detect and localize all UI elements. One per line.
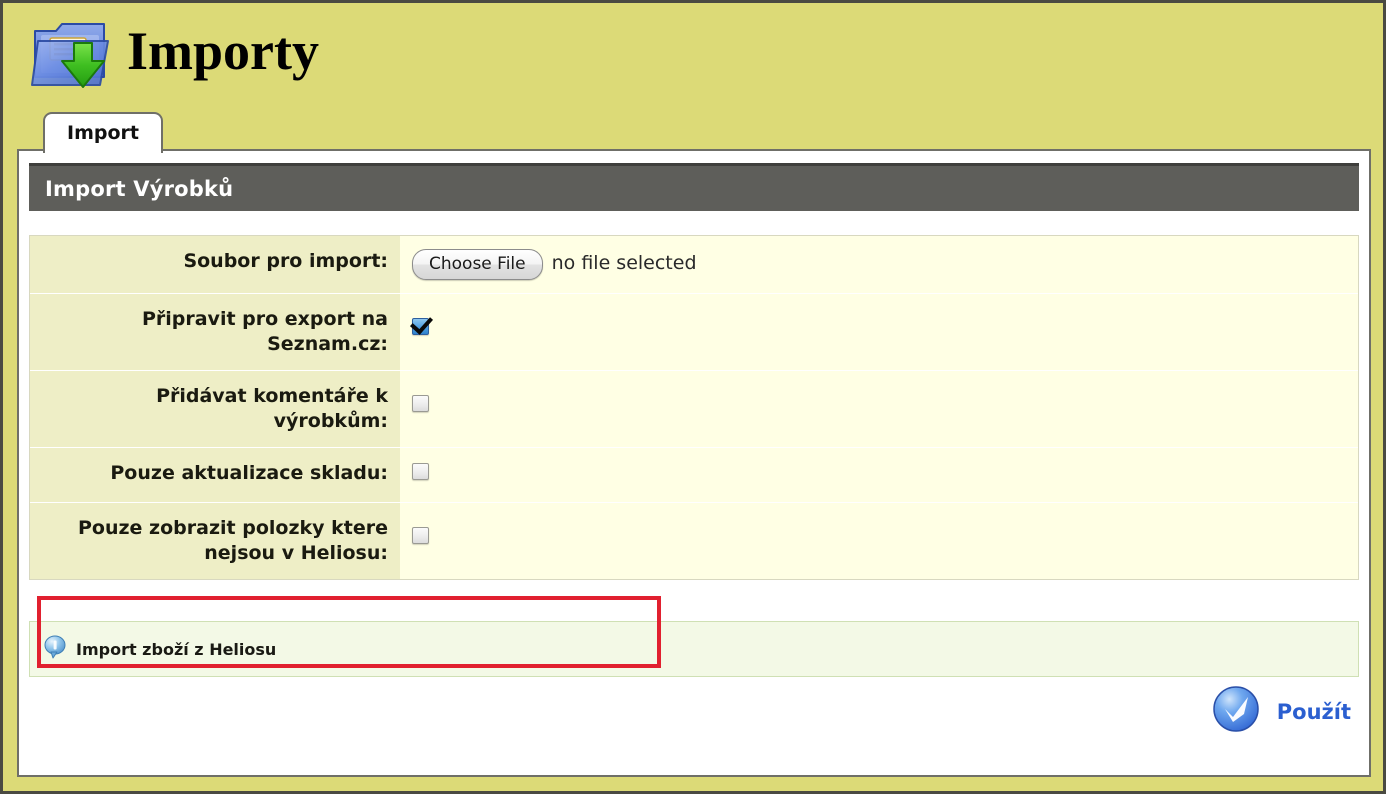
submit-button-label[interactable]: Použít [1277, 700, 1351, 724]
submit-area[interactable]: Použít [1211, 684, 1351, 739]
choose-file-button[interactable]: Choose File [412, 249, 543, 280]
form-row-show-missing-in-helios: Pouze zobrazit polozky ktere nejsou v He… [30, 502, 1358, 579]
section-title: Import Výrobků [45, 176, 234, 201]
form-label-seznam-export: Připravit pro export na Seznam.cz: [30, 294, 400, 370]
page-header: Importy [3, 3, 1383, 107]
form-value-file: Choose File no file selected [400, 236, 1358, 293]
blue-check-circle-icon[interactable] [1211, 684, 1261, 739]
form-label-file: Soubor pro import: [30, 236, 400, 293]
form-value-show-missing-in-helios [400, 503, 1358, 579]
form-value-add-comments [400, 371, 1358, 447]
page-title: Importy [127, 21, 319, 81]
form-value-stock-update-only [400, 448, 1358, 502]
form-value-seznam-export [400, 294, 1358, 370]
form-row-stock-update-only: Pouze aktualizace skladu: [30, 447, 1358, 502]
checkbox-add-comments[interactable] [412, 395, 429, 412]
info-balloon-icon [44, 635, 66, 664]
import-folder-icon [30, 15, 114, 95]
application-window: Importy Import Import Výrobků Soubor pro… [0, 0, 1386, 794]
tab-import[interactable]: Import [43, 112, 163, 153]
form-label-add-comments: Přidávat komentáře k výrobkům: [30, 371, 400, 447]
section-header: Import Výrobků [29, 163, 1359, 211]
form-label-show-missing-in-helios: Pouze zobrazit polozky ktere nejsou v He… [30, 503, 400, 579]
form-row-seznam-export: Připravit pro export na Seznam.cz: [30, 293, 1358, 370]
note-panel[interactable]: Import zboží z Heliosu [29, 621, 1359, 677]
form-label-stock-update-only: Pouze aktualizace skladu: [30, 448, 400, 502]
form-row-add-comments: Přidávat komentáře k výrobkům: [30, 370, 1358, 447]
note-text: Import zboží z Heliosu [76, 639, 277, 659]
file-status-text: no file selected [551, 252, 697, 274]
checkbox-seznam-export[interactable] [412, 318, 429, 335]
main-panel: Import Výrobků Soubor pro import: Choose… [17, 149, 1371, 777]
tab-strip: Import [43, 112, 163, 153]
checkbox-show-missing-in-helios[interactable] [412, 527, 429, 544]
form-row-file: Soubor pro import: Choose File no file s… [30, 236, 1358, 293]
tab-import-label: Import [67, 122, 139, 144]
import-form-table: Soubor pro import: Choose File no file s… [29, 235, 1359, 580]
checkbox-stock-update-only[interactable] [412, 463, 429, 480]
